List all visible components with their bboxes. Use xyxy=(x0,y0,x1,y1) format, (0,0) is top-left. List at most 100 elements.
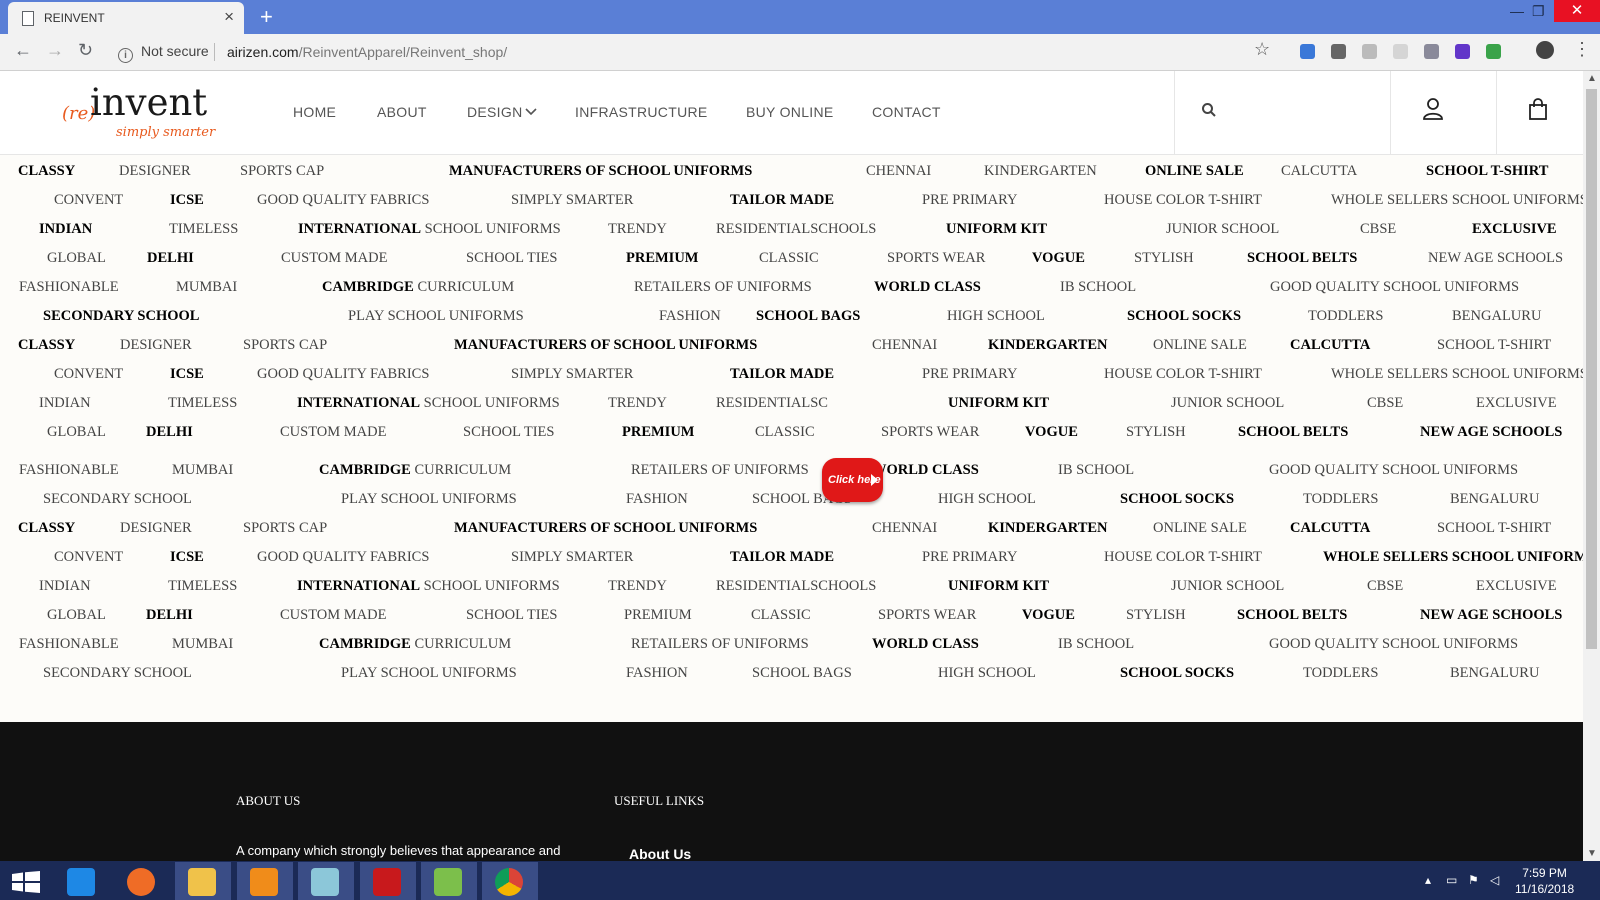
keyword-tag[interactable]: SPORTS CAP xyxy=(243,520,327,537)
minimize-button[interactable]: — xyxy=(1510,3,1524,19)
keyword-tag[interactable]: SECONDARY SCHOOL xyxy=(43,308,199,325)
keyword-tag[interactable]: RETAILERS OF UNIFORMS xyxy=(631,462,809,479)
keyword-tag[interactable]: CUSTOM MADE xyxy=(281,250,387,267)
keyword-tag[interactable]: DELHI xyxy=(147,250,194,267)
windows-start-icon[interactable] xyxy=(12,871,40,893)
keyword-tag[interactable]: UNIFORM KIT xyxy=(946,221,1047,238)
keyword-tag[interactable]: SCHOOL TIES xyxy=(466,250,557,267)
keyword-tag[interactable]: SCHOOL SOCKS xyxy=(1127,308,1241,325)
keyword-tag[interactable]: DESIGNER xyxy=(119,163,191,180)
forward-icon[interactable]: → xyxy=(46,40,64,61)
keyword-tag[interactable]: ICSE xyxy=(170,366,204,383)
taskbar-app-firefox[interactable] xyxy=(114,862,170,900)
keyword-tag[interactable]: CHENNAI xyxy=(872,520,937,537)
keyword-tag[interactable]: BENGALURU xyxy=(1452,308,1541,325)
keyword-tag[interactable]: FASHION xyxy=(626,665,688,682)
keyword-tag[interactable]: FASHIONABLE xyxy=(19,636,119,653)
keyword-tag[interactable]: SCHOOL BAGS xyxy=(756,308,860,325)
keyword-tag[interactable]: EXCLUSIVE xyxy=(1476,395,1557,412)
keyword-tag[interactable]: CLASSY xyxy=(18,163,75,180)
keyword-tag[interactable]: SCHOOL SOCKS xyxy=(1120,665,1234,682)
keyword-tag[interactable]: TAILOR MADE xyxy=(730,549,834,566)
keyword-tag[interactable]: EXCLUSIVE xyxy=(1476,578,1557,595)
keyword-tag[interactable]: SCHOOL BELTS xyxy=(1247,250,1357,267)
keyword-tag[interactable]: CONVENT xyxy=(54,549,123,566)
keyword-tag[interactable]: KINDERGARTEN xyxy=(988,520,1108,537)
keyword-tag[interactable]: SPORTS WEAR xyxy=(881,424,979,441)
keyword-tag[interactable]: GOOD QUALITY SCHOOL UNIFORMS xyxy=(1269,462,1518,479)
keyword-tag[interactable]: JUNIOR SCHOOL xyxy=(1166,221,1279,238)
keyword-tag[interactable]: ONLINE SALE xyxy=(1145,163,1244,180)
keyword-tag[interactable]: SCHOOL BELTS xyxy=(1237,607,1347,624)
keyword-tag[interactable]: SPORTS WEAR xyxy=(878,607,976,624)
user-icon[interactable] xyxy=(1423,98,1443,120)
keyword-tag[interactable]: CALCUTTA xyxy=(1281,163,1357,180)
keyword-tag[interactable]: TODDLERS xyxy=(1303,491,1378,508)
keyword-tag[interactable]: PREMIUM xyxy=(626,250,699,267)
keyword-tag[interactable]: RESIDENTIALSC xyxy=(716,395,828,412)
keyword-tag[interactable]: CLASSIC xyxy=(759,250,819,267)
keyword-tag[interactable]: SPORTS CAP xyxy=(240,163,324,180)
taskbar-app-filezilla[interactable] xyxy=(360,862,416,900)
keyword-tag[interactable]: VOGUE xyxy=(1022,607,1075,624)
keyword-tag[interactable]: TRENDY xyxy=(608,578,667,595)
keyword-tag[interactable]: MUMBAI xyxy=(172,636,233,653)
keyword-tag[interactable]: JUNIOR SCHOOL xyxy=(1171,578,1284,595)
extension-code-icon[interactable] xyxy=(1424,44,1439,59)
keyword-tag[interactable]: SCHOOL TIES xyxy=(463,424,554,441)
keyword-tag[interactable]: SIMPLY SMARTER xyxy=(511,366,633,383)
keyword-tag[interactable]: RETAILERS OF UNIFORMS xyxy=(631,636,809,653)
keyword-tag[interactable]: UNIFORM KIT xyxy=(948,395,1049,412)
keyword-tag[interactable]: PREMIUM xyxy=(622,424,695,441)
keyword-tag[interactable]: CALCUTTA xyxy=(1290,337,1370,354)
keyword-tag[interactable]: WORLD CLASS xyxy=(874,279,981,296)
keyword-tag[interactable]: SCHOOL BAGS xyxy=(752,665,852,682)
keyword-tag[interactable]: DELHI xyxy=(146,607,193,624)
keyword-tag[interactable]: CAMBRIDGE CURRICULUM xyxy=(319,462,511,479)
keyword-tag[interactable]: HOUSE COLOR T-SHIRT xyxy=(1104,549,1262,566)
keyword-tag[interactable]: PLAY SCHOOL UNIFORMS xyxy=(341,491,517,508)
browser-tab[interactable]: REINVENT × xyxy=(8,2,244,34)
keyword-tag[interactable]: CHENNAI xyxy=(872,337,937,354)
keyword-tag[interactable]: GLOBAL xyxy=(47,607,106,624)
keyword-tag[interactable]: STYLISH xyxy=(1126,424,1186,441)
keyword-tag[interactable]: VOGUE xyxy=(1025,424,1078,441)
keyword-tag[interactable]: HOUSE COLOR T-SHIRT xyxy=(1104,366,1262,383)
keyword-tag[interactable]: GOOD QUALITY FABRICS xyxy=(257,549,429,566)
keyword-tag[interactable]: CUSTOM MADE xyxy=(280,607,386,624)
maximize-button[interactable]: ❐ xyxy=(1532,3,1545,20)
keyword-tag[interactable]: WHOLE SELLERS SCHOOL UNIFORMS xyxy=(1331,192,1583,209)
flag-icon[interactable]: ⚑ xyxy=(1468,873,1479,887)
keyword-tag[interactable]: CBSE xyxy=(1367,395,1403,412)
keyword-tag[interactable]: INTERNATIONAL SCHOOL UNIFORMS xyxy=(297,578,560,595)
keyword-tag[interactable]: SCHOOL TIES xyxy=(466,607,557,624)
system-clock[interactable]: 7:59 PM 11/16/2018 xyxy=(1515,865,1574,897)
keyword-tag[interactable]: SCHOOL T-SHIRT xyxy=(1437,520,1551,537)
keyword-tag[interactable]: CBSE xyxy=(1367,578,1403,595)
volume-icon[interactable]: ◁ xyxy=(1490,873,1499,887)
keyword-tag[interactable]: FASHIONABLE xyxy=(19,279,119,296)
keyword-tag[interactable]: CALCUTTA xyxy=(1290,520,1370,537)
extension-cube-icon[interactable] xyxy=(1455,44,1470,59)
keyword-tag[interactable]: NEW AGE SCHOOLS xyxy=(1420,424,1562,441)
nav-buy-online[interactable]: BUY ONLINE xyxy=(746,104,834,120)
keyword-tag[interactable]: PRE PRIMARY xyxy=(922,549,1018,566)
keyword-tag[interactable]: IB SCHOOL xyxy=(1060,279,1136,296)
taskbar-app-ie[interactable] xyxy=(54,862,110,900)
keyword-tag[interactable]: STYLISH xyxy=(1134,250,1194,267)
keyword-tag[interactable]: SCHOOL BELTS xyxy=(1238,424,1348,441)
nav-infrastructure[interactable]: INFRASTRUCTURE xyxy=(575,104,708,120)
keyword-tag[interactable]: EXCLUSIVE xyxy=(1472,221,1557,238)
extension-badge-icon[interactable] xyxy=(1331,44,1346,59)
keyword-tag[interactable]: SIMPLY SMARTER xyxy=(511,549,633,566)
keyword-tag[interactable]: PLAY SCHOOL UNIFORMS xyxy=(348,308,524,325)
keyword-tag[interactable]: CUSTOM MADE xyxy=(280,424,386,441)
keyword-tag[interactable]: KINDERGARTEN xyxy=(984,163,1097,180)
keyword-tag[interactable]: HIGH SCHOOL xyxy=(947,308,1045,325)
keyword-tag[interactable]: CAMBRIDGE CURRICULUM xyxy=(319,636,511,653)
keyword-tag[interactable]: MUMBAI xyxy=(172,462,233,479)
keyword-tag[interactable]: TRENDY xyxy=(608,395,667,412)
browser-menu-icon[interactable]: ⋮ xyxy=(1573,39,1591,60)
keyword-tag[interactable]: BENGALURU xyxy=(1450,665,1539,682)
keyword-tag[interactable]: WHOLE SELLERS SCHOOL UNIFORMS xyxy=(1331,366,1583,383)
